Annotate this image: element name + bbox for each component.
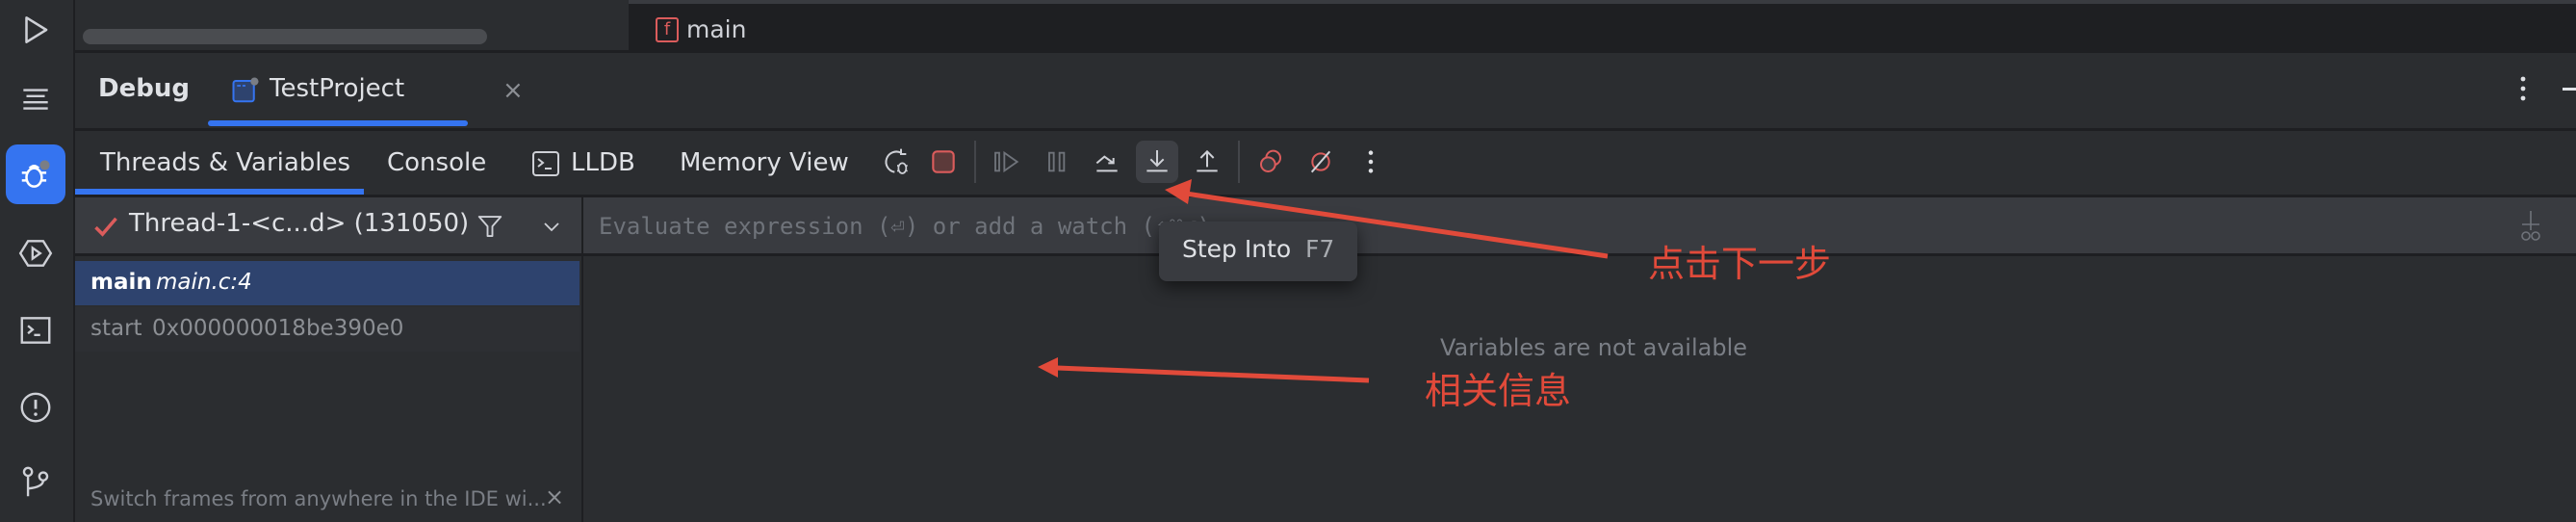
frames-panel: Thread-1-<c...d> (131050) main main.c:4 …	[75, 197, 583, 522]
view-breakpoints-button[interactable]	[1249, 141, 1292, 183]
play-icon	[25, 16, 48, 43]
run-tool-button[interactable]	[6, 0, 65, 60]
annotation-related-info: 相关信息	[1425, 370, 1572, 412]
evaluate-bar	[583, 197, 2576, 256]
git-tool-button[interactable]	[6, 453, 65, 512]
tooltip-shortcut: F7	[1305, 235, 1335, 263]
variables-panel: Variables are not available	[583, 197, 2576, 522]
evaluate-expression-input[interactable]	[597, 207, 2430, 246]
toolbar-separator	[974, 141, 976, 183]
annotation-click-next-step: 点击下一步	[1648, 243, 1832, 285]
step-out-button[interactable]	[1186, 141, 1228, 183]
editor-breadcrumb-bar: f main	[629, 0, 2576, 54]
active-debug-tab-indicator	[75, 189, 364, 195]
debug-toolbar: Threads & Variables Console LLDB Memory …	[75, 131, 2576, 197]
tooltip-label: Step Into	[1182, 235, 1292, 263]
exclamation-icon	[20, 392, 51, 423]
tab-lldb[interactable]: LLDB	[571, 148, 635, 177]
current-thread-label: Thread-1-<c...d> (131050)	[129, 209, 470, 238]
stop-icon	[932, 150, 955, 173]
lldb-console-icon	[532, 151, 559, 176]
chevron-down-icon[interactable]	[541, 217, 562, 236]
debug-tool-window-header: Debug TestProject ×	[75, 53, 2576, 131]
function-icon: f	[656, 17, 679, 42]
mute-breakpoints-icon	[1310, 150, 1331, 173]
frame-location: 0x000000018be390e0	[152, 316, 404, 341]
activity-bar	[0, 0, 75, 522]
debug-tool-button[interactable]	[6, 144, 65, 204]
hexagon-play-icon	[18, 240, 53, 267]
frame-row[interactable]: start 0x000000018be390e0	[75, 307, 580, 352]
close-session-tab-button[interactable]: ×	[502, 76, 524, 105]
application-window-icon	[232, 77, 259, 103]
list-icon	[23, 89, 48, 110]
thread-selector[interactable]: Thread-1-<c...d> (131050)	[75, 197, 581, 256]
mute-breakpoints-button[interactable]	[1300, 141, 1342, 183]
breadcrumb-function-main[interactable]: main	[686, 15, 746, 43]
terminal-tool-button[interactable]	[6, 300, 65, 360]
rerun-debug-button[interactable]	[876, 141, 918, 183]
close-hint-button[interactable]: ×	[545, 483, 564, 510]
step-into-button[interactable]	[1136, 141, 1178, 183]
minimize-button[interactable]	[2563, 88, 2576, 91]
git-branch-icon	[22, 466, 49, 497]
add-watch-icon[interactable]	[2514, 207, 2547, 246]
session-tab-label: TestProject	[270, 74, 405, 103]
services-tool-button[interactable]	[6, 223, 65, 283]
tool-window-title: Debug	[98, 74, 190, 103]
structure-tool-button[interactable]	[6, 69, 65, 129]
tab-threads-variables[interactable]: Threads & Variables	[100, 148, 350, 177]
active-tab-indicator	[208, 120, 468, 126]
resume-icon	[994, 150, 1019, 173]
variables-empty-message: Variables are not available	[1440, 334, 1748, 361]
pause-icon	[1048, 151, 1066, 172]
bug-icon	[21, 160, 50, 188]
frame-row[interactable]: main main.c:4	[75, 261, 580, 305]
frame-function: start	[90, 316, 142, 341]
resume-button[interactable]	[986, 141, 1028, 183]
filter-icon[interactable]	[476, 211, 504, 242]
rerun-debug-icon	[885, 148, 908, 174]
more-vertical-icon[interactable]	[2518, 74, 2528, 107]
step-over-button[interactable]	[1086, 141, 1128, 183]
tab-memory-view[interactable]: Memory View	[680, 148, 849, 177]
more-actions-button[interactable]	[1350, 141, 1392, 183]
terminal-icon	[20, 317, 51, 344]
tab-console[interactable]: Console	[387, 148, 486, 177]
horizontal-scrollbar[interactable]	[83, 29, 487, 44]
stop-button[interactable]	[922, 141, 965, 183]
problems-tool-button[interactable]	[6, 378, 65, 437]
frames-hint: Switch frames from anywhere in the IDE w…	[90, 487, 547, 510]
toolbar-separator	[1238, 141, 1240, 183]
step-into-tooltip: Step Into F7	[1159, 222, 1357, 281]
step-over-icon	[1095, 155, 1118, 172]
editor-top-strip: f main	[75, 0, 2576, 54]
frame-location: main.c:4	[156, 270, 252, 295]
pause-button[interactable]	[1036, 141, 1078, 183]
step-out-icon	[1197, 149, 1218, 172]
step-into-icon	[1146, 150, 1168, 172]
breakpoints-icon	[1260, 149, 1281, 172]
frame-function: main	[90, 270, 152, 295]
check-icon	[94, 217, 117, 237]
more-vertical-icon	[1368, 150, 1374, 173]
